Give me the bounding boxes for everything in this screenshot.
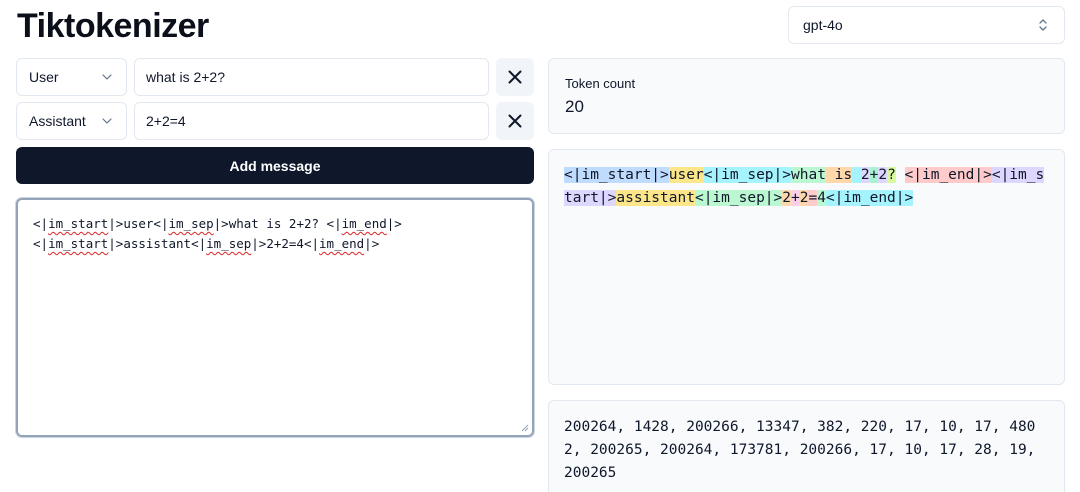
token: +	[791, 190, 800, 206]
close-icon	[508, 70, 522, 84]
token: 2	[860, 167, 870, 183]
close-icon	[508, 114, 522, 128]
chevron-down-icon	[102, 118, 112, 124]
token: <|im_end|>	[825, 190, 914, 206]
chevron-down-icon	[102, 74, 112, 80]
token: 2	[878, 167, 888, 183]
token: <|im_sep|>	[703, 167, 791, 183]
token: <|im_end|>	[904, 167, 992, 183]
token-ids-view: 200264, 1428, 200266, 13347, 382, 220, 1…	[548, 400, 1065, 492]
role-select[interactable]: Assistant	[16, 102, 127, 140]
remove-message-button[interactable]	[496, 58, 534, 96]
role-select[interactable]: User	[16, 58, 127, 96]
token: ?	[887, 167, 896, 183]
model-select-value: gpt-4o	[803, 17, 843, 33]
token	[852, 167, 861, 183]
token: 2	[782, 190, 792, 206]
remove-message-button[interactable]	[496, 102, 534, 140]
token: user	[668, 167, 704, 183]
token: assistant	[616, 190, 695, 206]
resize-handle-icon[interactable]	[521, 424, 529, 432]
token: <|im_start|>	[564, 167, 669, 183]
token: <|im_sep|>	[694, 190, 783, 206]
message-content-input[interactable]: what is 2+2?	[134, 58, 489, 96]
app-title: Tiktokenizer	[17, 7, 209, 45]
prompt-textarea[interactable]: <|im_start|>user<|im_sep|>what is 2+2? <…	[16, 198, 534, 437]
message-content-input[interactable]: 2+2=4	[134, 102, 489, 140]
model-select[interactable]: gpt-4o	[788, 6, 1065, 44]
tokens-view: <|im_start|>user<|im_sep|>what is 2+2? <…	[548, 149, 1065, 385]
token: what	[791, 167, 826, 183]
role-select-value: User	[29, 69, 59, 85]
role-select-value: Assistant	[29, 113, 86, 129]
token: 4	[817, 190, 826, 206]
add-message-button[interactable]: Add message	[16, 147, 534, 184]
token-count-label: Token count	[565, 76, 636, 91]
token-count-value: 20	[565, 97, 584, 116]
chevron-up-down-icon	[1039, 19, 1047, 31]
token-count-panel: Token count 20	[548, 58, 1065, 134]
token: is	[825, 167, 853, 183]
token: =	[808, 190, 818, 206]
